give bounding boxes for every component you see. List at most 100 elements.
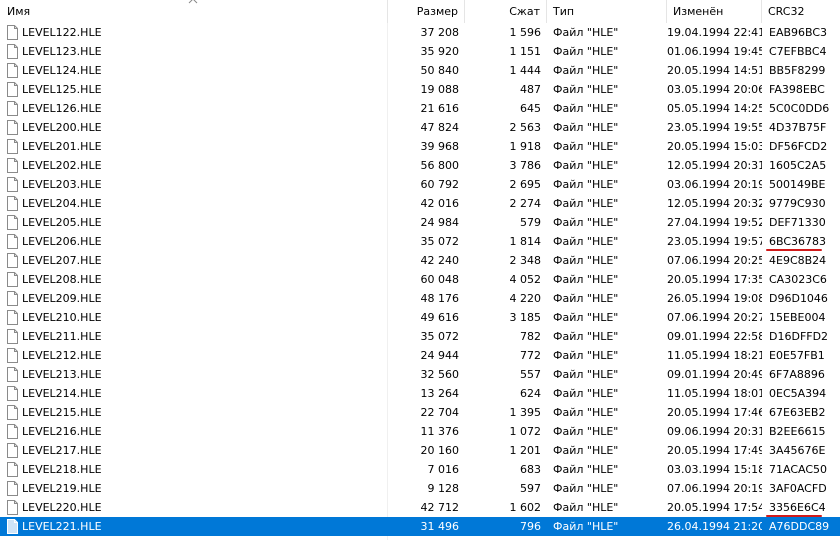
file-packed-size: 3 185 xyxy=(509,311,542,324)
table-row[interactable]: LEVEL123.HLE 35 920 1 151 Файл "HLE" 01.06.1… xyxy=(0,42,840,61)
file-packed-size: 1 151 xyxy=(509,45,542,58)
file-name: LEVEL126.HLE xyxy=(22,102,102,115)
file-crc32: 5C0C0DD6 xyxy=(769,102,830,115)
file-size: 42 712 xyxy=(420,501,460,514)
file-modified: 19.04.1994 22:41 xyxy=(667,26,762,39)
file-packed-size: 2 348 xyxy=(509,254,542,267)
file-modified: 09.01.1994 20:49 xyxy=(667,368,762,381)
file-type: Файл "HLE" xyxy=(553,330,619,343)
file-name: LEVEL213.HLE xyxy=(22,368,102,381)
file-type: Файл "HLE" xyxy=(553,102,619,115)
file-size: 24 984 xyxy=(420,216,460,229)
table-row[interactable]: LEVEL215.HLE 22 704 1 395 Файл "HLE" 20.05.1… xyxy=(0,403,840,422)
file-type: Файл "HLE" xyxy=(553,64,619,77)
table-row[interactable]: LEVEL207.HLE 42 240 2 348 Файл "HLE" 07.06.1… xyxy=(0,251,840,270)
table-row[interactable]: LEVEL122.HLE 37 208 1 596 Файл "HLE" 19.04.1… xyxy=(0,23,840,42)
file-size: 37 208 xyxy=(420,26,460,39)
file-modified: 03.06.1994 20:19 xyxy=(667,178,762,191)
file-crc32: D16DFFD2 xyxy=(769,330,829,343)
file-size: 48 176 xyxy=(420,292,460,305)
file-packed-size: 1 072 xyxy=(509,425,542,438)
table-row[interactable]: LEVEL200.HLE 47 824 2 563 Файл "HLE" 23.05.1… xyxy=(0,118,840,137)
file-size: 60 048 xyxy=(420,273,460,286)
table-row[interactable]: LEVEL204.HLE 42 016 2 274 Файл "HLE" 12.05.1… xyxy=(0,194,840,213)
file-packed-size: 2 274 xyxy=(509,197,542,210)
file-size: 21 616 xyxy=(420,102,460,115)
file-packed-size: 4 220 xyxy=(509,292,542,305)
table-row[interactable]: LEVEL125.HLE 19 088 487 Файл "HLE" 03.05.199… xyxy=(0,80,840,99)
file-modified: 11.05.1994 18:21 xyxy=(667,349,762,362)
file-modified: 09.06.1994 20:31 xyxy=(667,425,762,438)
file-packed-size: 796 xyxy=(520,520,541,533)
file-name: LEVEL218.HLE xyxy=(22,463,102,476)
table-row[interactable]: LEVEL217.HLE 20 160 1 201 Файл "HLE" 20.05.1… xyxy=(0,441,840,460)
table-row[interactable]: LEVEL212.HLE 24 944 772 Файл "HLE" 11.05.199… xyxy=(0,346,840,365)
file-modified: 20.05.1994 17:35 xyxy=(667,273,762,286)
column-header-packed[interactable]: Сжат xyxy=(465,0,547,23)
file-crc32: EAB96BC3 xyxy=(769,26,828,39)
file-type: Файл "HLE" xyxy=(553,216,619,229)
column-header-modified[interactable]: Изменён xyxy=(667,0,762,23)
table-row[interactable]: LEVEL211.HLE 35 072 782 Файл "HLE" 09.01.199… xyxy=(0,327,840,346)
file-packed-size: 3 786 xyxy=(509,159,542,172)
file-name: LEVEL204.HLE xyxy=(22,197,102,210)
file-type: Файл "HLE" xyxy=(553,292,619,305)
file-packed-size: 1 395 xyxy=(509,406,542,419)
table-row[interactable]: LEVEL213.HLE 32 560 557 Файл "HLE" 09.01.199… xyxy=(0,365,840,384)
table-row[interactable]: LEVEL218.HLE 7 016 683 Файл "HLE" 03.03.1994… xyxy=(0,460,840,479)
table-row[interactable]: LEVEL209.HLE 48 176 4 220 Файл "HLE" 26.05.1… xyxy=(0,289,840,308)
file-type: Файл "HLE" xyxy=(553,273,619,286)
file-packed-size: 1 444 xyxy=(509,64,542,77)
file-crc32: 500149BE xyxy=(769,178,826,191)
table-row[interactable]: LEVEL214.HLE 13 264 624 Файл "HLE" 11.05.199… xyxy=(0,384,840,403)
file-packed-size: 487 xyxy=(520,83,541,96)
table-row[interactable]: LEVEL219.HLE 9 128 597 Файл "HLE" 07.06.1994… xyxy=(0,479,840,498)
file-crc32: 71ACAC50 xyxy=(769,463,828,476)
file-type: Файл "HLE" xyxy=(553,406,619,419)
file-modified: 12.05.1994 20:31 xyxy=(667,159,762,172)
file-type: Файл "HLE" xyxy=(553,83,619,96)
column-header-crc[interactable]: CRC32 xyxy=(762,0,840,23)
file-type: Файл "HLE" xyxy=(553,311,619,324)
file-crc32: 15EBE004 xyxy=(769,311,826,324)
red-underline-annotation xyxy=(766,515,822,517)
file-packed-size: 579 xyxy=(520,216,541,229)
file-name: LEVEL205.HLE xyxy=(22,216,102,229)
file-type: Файл "HLE" xyxy=(553,368,619,381)
file-packed-size: 1 602 xyxy=(509,501,542,514)
table-row[interactable]: LEVEL201.HLE 39 968 1 918 Файл "HLE" 20.05.1… xyxy=(0,137,840,156)
table-row-selected[interactable]: LEVEL221.HLE 31 496 796 Файл "HLE" 26.04.199… xyxy=(0,517,840,536)
file-modified: 20.05.1994 17:46 xyxy=(667,406,762,419)
file-type: Файл "HLE" xyxy=(553,463,619,476)
file-packed-size: 782 xyxy=(520,330,541,343)
file-modified: 01.06.1994 19:45 xyxy=(667,45,762,58)
file-name: LEVEL211.HLE xyxy=(22,330,102,343)
file-crc32: FA398EBC xyxy=(769,83,825,96)
file-size: 35 072 xyxy=(420,330,460,343)
table-row[interactable]: LEVEL210.HLE 49 616 3 185 Файл "HLE" 07.06.1… xyxy=(0,308,840,327)
file-size: 49 616 xyxy=(420,311,460,324)
column-header-size[interactable]: Размер xyxy=(388,0,465,23)
file-crc32: BB5F8299 xyxy=(769,64,826,77)
table-row[interactable]: LEVEL205.HLE 24 984 579 Файл "HLE" 27.04.199… xyxy=(0,213,840,232)
file-type: Файл "HLE" xyxy=(553,159,619,172)
table-row[interactable]: LEVEL203.HLE 60 792 2 695 Файл "HLE" 03.06.1… xyxy=(0,175,840,194)
file-size: 20 160 xyxy=(420,444,460,457)
table-row[interactable]: LEVEL220.HLE 42 712 1 602 Файл "HLE" 20.05.1… xyxy=(0,498,840,517)
table-row[interactable]: LEVEL202.HLE 56 800 3 786 Файл "HLE" 12.05.1… xyxy=(0,156,840,175)
file-list[interactable]: Имя Размер Сжат Тип Изменён CRC32 LEVEL1… xyxy=(0,0,840,540)
file-modified: 20.05.1994 14:51 xyxy=(667,64,762,77)
table-row[interactable]: LEVEL126.HLE 21 616 645 Файл "HLE" 05.05.199… xyxy=(0,99,840,118)
red-underline-annotation xyxy=(766,249,822,251)
table-row[interactable]: LEVEL208.HLE 60 048 4 052 Файл "HLE" 20.05.1… xyxy=(0,270,840,289)
file-crc32: 6F7A8896 xyxy=(769,368,825,381)
file-packed-size: 2 563 xyxy=(509,121,542,134)
file-type: Файл "HLE" xyxy=(553,235,619,248)
file-modified: 20.05.1994 17:54 xyxy=(667,501,762,514)
table-row[interactable]: LEVEL216.HLE 11 376 1 072 Файл "HLE" 09.06.1… xyxy=(0,422,840,441)
column-header-type[interactable]: Тип xyxy=(547,0,667,23)
table-row[interactable]: LEVEL124.HLE 50 840 1 444 Файл "HLE" 20.05.1… xyxy=(0,61,840,80)
file-name: LEVEL219.HLE xyxy=(22,482,102,495)
table-row[interactable]: LEVEL206.HLE 35 072 1 814 Файл "HLE" 23.05.1… xyxy=(0,232,840,251)
file-type: Файл "HLE" xyxy=(553,45,619,58)
